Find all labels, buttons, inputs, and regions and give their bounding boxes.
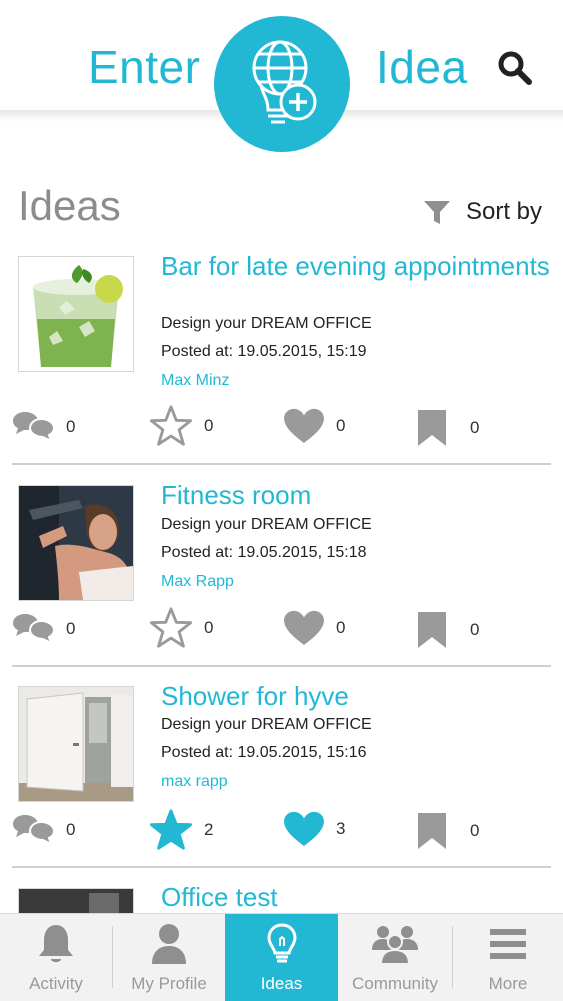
- bell-icon: [39, 925, 73, 962]
- tab-activity[interactable]: Activity: [0, 914, 112, 1001]
- shower-image: [19, 687, 133, 801]
- star-icon: [148, 404, 194, 448]
- search-icon: [498, 51, 532, 85]
- idea-challenge: Design your DREAM OFFICE: [161, 516, 372, 533]
- bookmark-icon: [416, 811, 448, 851]
- office-image: [19, 889, 133, 913]
- divider: [12, 665, 551, 667]
- idea-posted-at: Posted at: 19.05.2015, 15:19: [161, 343, 367, 360]
- divider: [12, 463, 551, 465]
- star-count: 2: [204, 820, 214, 839]
- heart-icon: [282, 407, 326, 445]
- idea-challenge: Design your DREAM OFFICE: [161, 716, 372, 733]
- comment-icon: [12, 612, 56, 646]
- like-count: 3: [336, 819, 346, 838]
- sort-button[interactable]: Sort by: [422, 194, 542, 230]
- tab-label: My Profile: [131, 974, 207, 993]
- divider: [12, 866, 551, 868]
- bookmark-icon: [416, 408, 448, 448]
- like-action[interactable]: 0: [282, 407, 345, 445]
- bookmark-icon: [416, 610, 448, 650]
- comment-count: 0: [66, 820, 76, 839]
- bookmark-count: 0: [470, 620, 480, 639]
- comment-action[interactable]: 0: [12, 612, 75, 646]
- star-count: 0: [204, 416, 214, 435]
- idea-thumbnail[interactable]: [18, 485, 134, 601]
- mojito-image: [19, 257, 133, 371]
- bookmark-count: 0: [470, 418, 480, 437]
- lightbulb-plus-icon: [252, 40, 317, 124]
- enter-label[interactable]: Enter: [88, 40, 200, 94]
- like-action[interactable]: 0: [282, 609, 345, 647]
- comment-count: 0: [66, 619, 76, 638]
- heart-filled-icon: [282, 810, 326, 848]
- like-count: 0: [336, 618, 346, 637]
- idea-label[interactable]: Idea: [376, 40, 468, 94]
- star-action[interactable]: 0: [148, 606, 213, 650]
- idea-author[interactable]: Max Rapp: [161, 573, 234, 591]
- idea-posted-at: Posted at: 19.05.2015, 15:16: [161, 744, 367, 761]
- tab-label: More: [488, 974, 528, 993]
- group-icon: [372, 926, 418, 965]
- fitness-image: [19, 486, 133, 600]
- idea-title[interactable]: Shower for hyve: [161, 681, 551, 711]
- bookmark-action[interactable]: 0: [416, 408, 479, 448]
- enter-idea-button[interactable]: [214, 16, 350, 152]
- lightbulb-icon: [266, 923, 297, 963]
- like-count: 0: [336, 416, 346, 435]
- filter-icon: [424, 201, 450, 224]
- tab-label: Community: [352, 974, 438, 993]
- idea-author[interactable]: Max Minz: [161, 372, 229, 390]
- idea-posted-at: Posted at: 19.05.2015, 15:18: [161, 544, 367, 561]
- search-button[interactable]: [495, 48, 535, 88]
- idea-title[interactable]: Office test: [161, 882, 551, 912]
- tab-more[interactable]: More: [453, 914, 563, 1001]
- comment-action[interactable]: 0: [12, 813, 75, 847]
- person-icon: [152, 924, 186, 964]
- bookmark-action[interactable]: 0: [416, 811, 479, 851]
- idea-challenge: Design your DREAM OFFICE: [161, 315, 372, 332]
- star-icon: [148, 606, 194, 650]
- idea-title[interactable]: Fitness room: [161, 480, 551, 510]
- tab-my-profile[interactable]: My Profile: [113, 914, 225, 1001]
- tab-ideas[interactable]: Ideas: [225, 914, 338, 1001]
- idea-thumbnail[interactable]: [18, 888, 134, 913]
- heart-icon: [282, 609, 326, 647]
- comment-count: 0: [66, 417, 76, 436]
- idea-thumbnail[interactable]: [18, 256, 134, 372]
- sort-label: Sort by: [466, 198, 543, 225]
- idea-thumbnail[interactable]: [18, 686, 134, 802]
- idea-author[interactable]: max rapp: [161, 773, 228, 791]
- like-action[interactable]: 3: [282, 810, 345, 848]
- idea-title[interactable]: Bar for late evening appointments: [161, 251, 551, 281]
- comment-action[interactable]: 0: [12, 410, 75, 444]
- bookmark-action[interactable]: 0: [416, 610, 479, 650]
- menu-icon: [490, 929, 526, 959]
- tab-community[interactable]: Community: [339, 914, 451, 1001]
- star-count: 0: [204, 618, 214, 637]
- star-action[interactable]: 2: [148, 808, 213, 852]
- tab-label: Activity: [29, 974, 83, 993]
- bookmark-count: 0: [470, 821, 480, 840]
- star-action[interactable]: 0: [148, 404, 213, 448]
- tab-label: Ideas: [260, 974, 303, 993]
- page-title: Ideas: [18, 182, 121, 229]
- star-filled-icon: [148, 808, 194, 852]
- comment-icon: [12, 410, 56, 444]
- comment-icon: [12, 813, 56, 847]
- bottom-tab-bar: Activity My Profile Ideas Community More: [0, 913, 563, 1001]
